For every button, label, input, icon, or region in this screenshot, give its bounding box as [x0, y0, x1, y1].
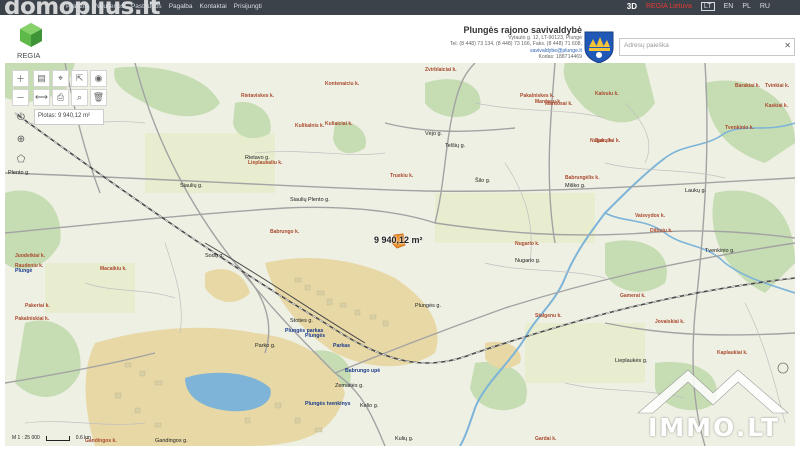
view-3d-button[interactable]: 3D [627, 2, 637, 11]
location-pin-icon[interactable]: ⌖ [52, 70, 69, 87]
map-label-village: Babrungėlis k. [565, 175, 600, 181]
map-label-village: Kuliaiciai k. [325, 121, 353, 127]
lang-lt[interactable]: LT [700, 2, 715, 11]
map-label-street: Siaulių Plento g. [290, 197, 330, 203]
map-label-village: Kaplaukiai k. [717, 350, 748, 356]
target-icon[interactable]: ◉ [90, 70, 107, 87]
map-label-street: Tvenkinio g. [705, 248, 735, 254]
lang-en[interactable]: EN [724, 3, 734, 10]
municipality-email-link[interactable]: savivaldybe@plunge.lt [530, 48, 582, 54]
map-label-village: Dilbuiu k. [650, 228, 673, 234]
nav-pastaugos[interactable]: Pastaugos [131, 3, 162, 10]
municipality-info: Plungės rajono savivaldybė Vytauto g. 12… [450, 25, 582, 61]
map-label-street: Sodų g. [205, 253, 224, 259]
export-icon[interactable]: ⇱ [71, 70, 88, 87]
map-label-street: Gandingos g. [155, 438, 188, 444]
map-label-street: Zemaitės g. [335, 383, 364, 389]
map-label-village: Macaikiu k. [100, 266, 127, 272]
map-label-village: Vaisvydos k. [635, 213, 666, 219]
top-bar: domoplius.lt Pradžia Naujienos Pastaugos… [0, 0, 800, 20]
map-label-street: Rietavo g. [245, 155, 270, 161]
map-label-landmark: Babrungo upė [345, 368, 381, 374]
area-readout: Plotas: 9 940,12 m² [34, 109, 104, 125]
map-label-village: Gamerai k. [620, 293, 646, 299]
map-label-village: Barakiai k. [735, 83, 761, 89]
map-label-street: Plento g. [8, 170, 30, 176]
lang-ru[interactable]: RU [760, 3, 770, 10]
map-label-landmark: Plungės [305, 333, 326, 339]
immo-watermark-text: IMMO.LT [648, 413, 781, 442]
map-label-street: Miško g. [565, 183, 586, 189]
nav-pagalba[interactable]: Pagalba [169, 3, 193, 10]
scale-distance: 0.6 km [75, 435, 91, 441]
nav-prisijungti[interactable]: Prisijungti [234, 3, 262, 10]
map-label-village: Kontenaiciu k. [325, 81, 360, 87]
plunge-coat-of-arms-icon [584, 31, 614, 64]
map-label-street: Vėjo g. [425, 131, 443, 137]
map-label-village: Nugarų k. [590, 138, 614, 144]
map-label-street: Kulių g. [395, 436, 414, 442]
map-label-village: Gardai k. [535, 436, 557, 442]
trash-icon[interactable]: 🗑 [90, 89, 107, 106]
map-label-street: Kelio g. [360, 403, 379, 409]
address-search-placeholder: Adresų paieška [624, 42, 669, 49]
zoom-out-button[interactable]: － [12, 89, 29, 106]
municipality-code: Kodas: 188714469 [538, 54, 582, 61]
regia-logo-icon[interactable] [18, 22, 44, 48]
scale-ratio: M 1 : 25 000 [12, 435, 40, 441]
map-label-village: Juodeikiai k. [15, 253, 46, 259]
map-label-street: Šilo g. [475, 178, 491, 184]
map-label-village: Jovaiskiai k. [655, 319, 685, 325]
nav-pradzia[interactable]: Pradžia [66, 3, 88, 10]
map-label-street: Telšių g. [445, 143, 466, 149]
map-label-village: Zvirblaiciai k. [425, 67, 457, 73]
top-right-controls: 3D REGIA Lietuva LT EN PL RU [627, 2, 770, 11]
top-nav: Pradžia Naujienos Pastaugos Pagalba Kont… [66, 3, 262, 10]
regia-logo-label: REGIA [17, 51, 41, 60]
ruler-icon[interactable]: ⟷ [33, 89, 50, 106]
power-icon[interactable]: ⏻ [12, 108, 30, 126]
map-label-village: Mardosai k. [545, 101, 573, 107]
map-label-street: Plungės g. [415, 303, 441, 309]
map-label-village: Tvinkiai k. [765, 83, 790, 89]
nav-kontaktai[interactable]: Kontaktai [200, 3, 227, 10]
map-label-street: Parko g. [255, 343, 276, 349]
map-label-landmark: Plungė [15, 268, 33, 274]
map-label-village: Stalgenu k. [535, 313, 562, 319]
map-label-village: Kaskiai k. [765, 103, 789, 109]
parcel-area-label: 9 940,12 m² [374, 235, 423, 245]
scale-bar [45, 435, 70, 441]
search-zoom-icon[interactable]: ⌕ [71, 89, 88, 106]
map-label-village: Kalvuiu k. [595, 91, 619, 97]
map-label-village: Nugario k. [515, 241, 540, 247]
map-scale: M 1 : 25 000 0.6 km [12, 435, 91, 441]
nav-naujienos[interactable]: Naujienos [95, 3, 124, 10]
polygon-draw-icon[interactable]: ⬠ [12, 150, 30, 168]
map-label-landmark: Plungės tvenkinys [305, 401, 351, 407]
map-label-street: Stoties g. [290, 318, 313, 324]
header: REGIA Plungės rajono savivaldybė Vytauto… [0, 15, 800, 64]
municipality-name: Plungės rajono savivaldybė [463, 25, 582, 35]
lang-pl[interactable]: PL [742, 3, 751, 10]
map-label-village: Kulikalnis k. [295, 123, 325, 129]
clear-search-icon[interactable]: ✕ [784, 41, 791, 50]
map-label-street: Laukų g. [685, 188, 707, 194]
print-icon[interactable]: ⎙ [52, 89, 69, 106]
layers-icon[interactable]: ▤ [33, 70, 50, 87]
map-label-village: Pakeriai k. [25, 303, 50, 309]
map-label-village: Tvenkinio k. [725, 125, 754, 131]
map-label-street: Siaulių g. [180, 183, 203, 189]
regia-lietuva-link[interactable]: REGIA Lietuva [646, 3, 692, 10]
map-label-street: Nugario g. [515, 258, 541, 264]
zoom-in-button[interactable]: ＋ [12, 70, 29, 87]
map-label-landmark: Parkas [333, 343, 351, 349]
address-search-input[interactable]: Adresų paieška ✕ [619, 38, 795, 56]
crosshair-icon[interactable]: ⊕ [12, 130, 30, 148]
map-label-village: Babrungo k. [270, 229, 300, 235]
map-label-village: Rietaviskes k. [241, 93, 275, 99]
map-label-village: Pakalniskiai k. [15, 316, 50, 322]
map-label-village: Truskiu k. [390, 173, 414, 179]
